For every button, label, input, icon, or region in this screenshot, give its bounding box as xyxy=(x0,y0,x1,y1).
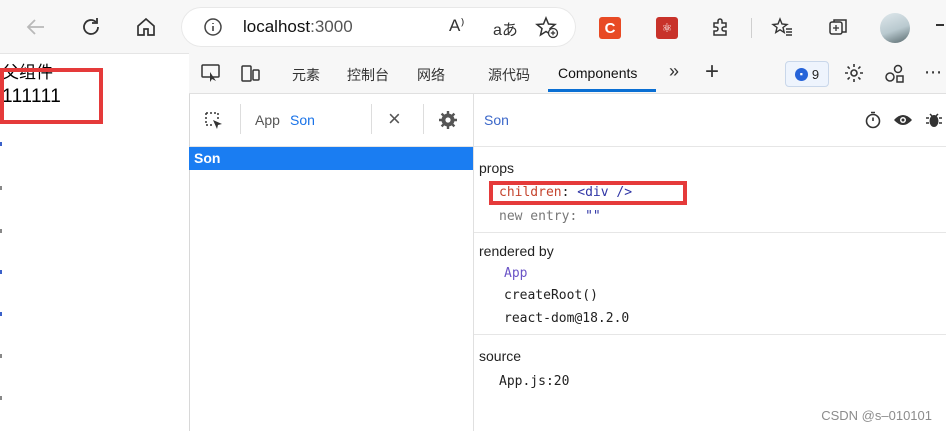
browser-toolbar: localhost:3000 A⁾ aあ C ⚛ xyxy=(0,0,946,54)
extensions-puzzle-icon[interactable] xyxy=(707,13,735,41)
site-info-icon[interactable] xyxy=(203,17,223,42)
read-aloud-icon[interactable]: A⁾ xyxy=(449,16,465,36)
inspect-element-icon[interactable] xyxy=(201,64,221,87)
highlight-box xyxy=(489,181,687,205)
tree-header-separator xyxy=(423,104,424,134)
page-edge-marker xyxy=(0,270,2,274)
inspect-dom-eye-icon[interactable] xyxy=(893,112,913,133)
section-divider xyxy=(474,334,946,335)
tree-item-son[interactable]: Son xyxy=(189,147,473,170)
rendered-by-title: rendered by xyxy=(479,243,554,259)
device-emulation-icon[interactable] xyxy=(241,64,261,87)
prop-row-new-entry[interactable]: new entry: "" xyxy=(499,209,601,224)
more-tabs-icon[interactable]: » xyxy=(669,61,679,82)
reload-icon[interactable] xyxy=(77,13,105,41)
active-tab-indicator xyxy=(548,89,656,92)
address-text[interactable]: localhost:3000 xyxy=(243,17,353,37)
page-edge-marker xyxy=(0,186,2,190)
more-menu-icon[interactable] xyxy=(936,24,944,26)
issues-icon: ▪ xyxy=(794,67,808,81)
pane-divider[interactable] xyxy=(473,94,474,431)
source-section-title: source xyxy=(479,348,522,364)
tab-elements[interactable]: 元素 xyxy=(292,65,320,85)
settings-gear-icon[interactable] xyxy=(843,62,865,89)
page-edge-marker xyxy=(0,229,2,233)
highlight-box xyxy=(0,68,103,124)
source-location[interactable]: App.js:20 xyxy=(499,374,569,389)
tree-settings-gear-icon[interactable] xyxy=(438,110,458,135)
close-search-icon[interactable]: × xyxy=(388,106,401,132)
more-options-icon[interactable]: ⋯ xyxy=(924,62,942,83)
debug-bug-icon[interactable] xyxy=(925,111,943,134)
issues-badge[interactable]: ▪ 9 xyxy=(785,61,829,87)
tab-sources[interactable]: 源代码 xyxy=(488,65,530,85)
add-favorite-icon[interactable] xyxy=(535,15,559,44)
add-tab-icon[interactable]: + xyxy=(705,58,719,86)
toolbar-separator xyxy=(751,18,752,38)
page-edge-marker xyxy=(0,354,2,358)
section-divider xyxy=(474,232,946,233)
rendered-by-item[interactable]: App xyxy=(504,266,527,281)
tree-header-separator xyxy=(240,104,241,134)
connected-devices-icon[interactable] xyxy=(883,62,905,89)
prop-key: new entry xyxy=(499,209,570,224)
tree-header xyxy=(190,94,473,147)
rendered-by-item: react-dom@18.2.0 xyxy=(504,311,630,326)
tab-console[interactable]: 控制台 xyxy=(347,65,389,85)
tree-item-label: Son xyxy=(194,150,221,166)
page-edge-marker xyxy=(0,142,2,146)
prop-value: "" xyxy=(585,209,601,224)
address-bar[interactable]: localhost:3000 A⁾ aあ xyxy=(181,7,576,47)
select-element-icon[interactable] xyxy=(204,111,224,136)
csdn-extension-icon[interactable]: C xyxy=(599,17,621,39)
props-section-title: props xyxy=(479,160,515,176)
favorites-icon[interactable] xyxy=(768,13,796,41)
collections-icon[interactable] xyxy=(824,13,852,41)
selected-component-name: Son xyxy=(484,112,509,128)
issues-count: 9 xyxy=(811,66,820,82)
profile-avatar[interactable] xyxy=(880,13,910,43)
back-arrow-icon[interactable] xyxy=(22,13,50,41)
section-divider xyxy=(474,146,946,147)
page-edge-marker xyxy=(0,312,2,316)
tab-network[interactable]: 网络 xyxy=(417,65,445,85)
translate-icon[interactable]: aあ xyxy=(493,16,518,40)
breadcrumb-son[interactable]: Son xyxy=(290,112,315,128)
timer-icon[interactable] xyxy=(864,111,882,134)
react-devtools-extension-icon[interactable]: ⚛ xyxy=(656,17,678,39)
tree-header-separator xyxy=(371,104,372,134)
devtools-tab-bar: 元素 控制台 网络 源代码 Components » + ⋯ xyxy=(189,53,946,94)
tab-components[interactable]: Components xyxy=(558,65,637,81)
prop-separator: : xyxy=(569,209,586,224)
breadcrumb-app[interactable]: App xyxy=(255,112,280,128)
rendered-by-item: createRoot() xyxy=(504,288,598,303)
address-port: :3000 xyxy=(310,17,353,36)
home-icon[interactable] xyxy=(132,13,160,41)
address-host: localhost xyxy=(243,17,311,36)
watermark: CSDN @s–010101 xyxy=(821,408,932,423)
page-edge-marker xyxy=(0,396,2,400)
